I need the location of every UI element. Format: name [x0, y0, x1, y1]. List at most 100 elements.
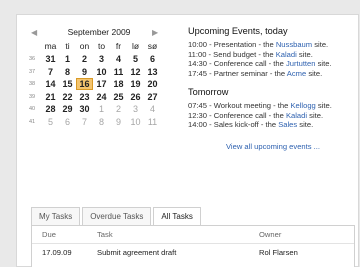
event-text: 11:00 - Send budget - the — [188, 49, 276, 59]
weekday-label: to — [97, 41, 106, 51]
calendar-day[interactable]: 3 — [93, 54, 110, 64]
calendar-week-row: 41 5 6 7 8 9 10 11 — [29, 116, 179, 129]
event-item: 12:30 - Conference call - the Kaladi sit… — [188, 111, 358, 120]
calendar-week-row: 36 31 1 2 3 4 5 6 — [29, 53, 179, 66]
weekday-label: lø — [131, 41, 140, 51]
week-number: 41 — [29, 118, 36, 125]
calendar-header: ◀ September 2009 ▶ — [29, 27, 179, 41]
event-item: 10:00 - Presentation - the Nussbaum site… — [188, 40, 358, 49]
site-link[interactable]: Kaladi — [276, 50, 297, 59]
calendar-day[interactable]: 10 — [93, 67, 110, 77]
calendar-day-other-month[interactable]: 4 — [144, 104, 161, 114]
event-item: 11:00 - Send budget - the Kaladi site. — [188, 50, 358, 59]
week-number: 38 — [29, 81, 36, 88]
event-suffix: site. — [306, 68, 323, 78]
calendar-day[interactable]: 7 — [42, 67, 59, 77]
tab-all-tasks[interactable]: All Tasks — [153, 207, 201, 226]
task-tabs: My Tasks Overdue Tasks All Tasks — [31, 207, 203, 226]
mini-calendar: ◀ September 2009 ▶ ma ti on to fr lø sø … — [29, 27, 179, 128]
calendar-day[interactable]: 26 — [127, 92, 144, 102]
dashboard-panel: ◀ September 2009 ▶ ma ti on to fr lø sø … — [16, 14, 359, 267]
site-link[interactable]: Jurtutten — [286, 59, 316, 68]
calendar-day[interactable]: 1 — [59, 54, 76, 64]
calendar-day[interactable]: 13 — [144, 67, 161, 77]
column-header-due[interactable]: Due — [32, 226, 97, 243]
column-header-owner[interactable]: Owner — [259, 226, 354, 243]
calendar-week-row: 40 28 29 30 1 2 3 4 — [29, 103, 179, 116]
calendar-day[interactable]: 29 — [59, 104, 76, 114]
next-month-icon[interactable]: ▶ — [152, 28, 158, 37]
event-suffix: site. — [307, 110, 324, 120]
site-link[interactable]: Kaladi — [286, 111, 307, 120]
site-link[interactable]: Kellogg — [290, 101, 315, 110]
event-item: 14:00 - Sales kick-off - the Sales site. — [188, 120, 358, 129]
task-table: Due Task Owner 17.09.09 Submit agreement… — [31, 225, 355, 267]
calendar-week-row: 37 7 8 9 10 11 12 13 — [29, 66, 179, 79]
event-item: 17:45 - Partner seminar - the Acme site. — [188, 69, 358, 78]
calendar-day[interactable]: 15 — [59, 79, 76, 89]
previous-month-icon[interactable]: ◀ — [31, 28, 37, 37]
calendar-day[interactable]: 18 — [110, 79, 127, 89]
event-text: 07:45 - Workout meeting - the — [188, 101, 291, 111]
calendar-day-other-month[interactable]: 7 — [76, 117, 93, 127]
site-link[interactable]: Nussbaum — [276, 40, 312, 49]
event-text: 14:30 - Conference call - the — [188, 59, 286, 69]
calendar-day[interactable]: 6 — [144, 54, 161, 64]
calendar-day[interactable]: 5 — [127, 54, 144, 64]
calendar-day-other-month[interactable]: 11 — [144, 117, 161, 127]
weekday-header: ma ti on to fr lø sø — [42, 41, 179, 53]
calendar-day-today[interactable]: 16 — [76, 78, 93, 91]
calendar-month-label: September 2009 — [67, 27, 131, 37]
event-suffix: site. — [315, 59, 332, 69]
calendar-day[interactable]: 25 — [110, 92, 127, 102]
week-number: 37 — [29, 68, 36, 75]
calendar-day[interactable]: 21 — [42, 92, 59, 102]
calendar-day[interactable]: 24 — [93, 92, 110, 102]
calendar-day[interactable]: 30 — [76, 104, 93, 114]
task-name-cell: Submit agreement draft — [97, 248, 177, 257]
calendar-day[interactable]: 11 — [110, 67, 127, 77]
week-number: 39 — [29, 93, 36, 100]
calendar-day-other-month[interactable]: 9 — [110, 117, 127, 127]
weekday-label: on — [79, 41, 90, 51]
calendar-day-other-month[interactable]: 8 — [93, 117, 110, 127]
tomorrow-heading: Tomorrow — [188, 87, 229, 98]
calendar-day-other-month[interactable]: 1 — [93, 104, 110, 114]
task-owner-cell: Rol Flarsen — [259, 248, 298, 257]
calendar-day[interactable]: 31 — [42, 54, 59, 64]
calendar-day[interactable]: 28 — [42, 104, 59, 114]
calendar-day[interactable]: 12 — [127, 67, 144, 77]
calendar-day[interactable]: 20 — [144, 79, 161, 89]
event-text: 14:00 - Sales kick-off - the — [188, 120, 279, 130]
calendar-day[interactable]: 8 — [59, 67, 76, 77]
calendar-day-other-month[interactable]: 2 — [110, 104, 127, 114]
calendar-day[interactable]: 22 — [59, 92, 76, 102]
event-item: 07:45 - Workout meeting - the Kellogg si… — [188, 101, 358, 110]
column-header-task[interactable]: Task — [97, 226, 259, 243]
table-row[interactable]: 17.09.09 Submit agreement draft Rol Flar… — [32, 244, 354, 261]
calendar-day[interactable]: 9 — [76, 67, 93, 77]
calendar-week-row: 38 14 15 16 17 18 19 20 — [29, 78, 179, 91]
calendar-day[interactable]: 17 — [93, 79, 110, 89]
calendar-day-other-month[interactable]: 3 — [127, 104, 144, 114]
calendar-day[interactable]: 2 — [76, 54, 93, 64]
tab-overdue-tasks[interactable]: Overdue Tasks — [82, 207, 152, 225]
calendar-day[interactable]: 19 — [127, 79, 144, 89]
week-number: 40 — [29, 106, 36, 113]
week-number: 36 — [29, 56, 36, 63]
calendar-day[interactable]: 14 — [42, 79, 59, 89]
calendar-day[interactable]: 27 — [144, 92, 161, 102]
calendar-day-other-month[interactable]: 5 — [42, 117, 59, 127]
calendar-day-other-month[interactable]: 10 — [127, 117, 144, 127]
calendar-day[interactable]: 4 — [110, 54, 127, 64]
calendar-day[interactable]: 23 — [76, 92, 93, 102]
tab-my-tasks[interactable]: My Tasks — [31, 207, 81, 225]
site-link[interactable]: Acme — [287, 69, 306, 78]
event-suffix: site. — [315, 101, 332, 111]
view-all-events-link[interactable]: View all upcoming events ... — [188, 142, 358, 151]
site-link[interactable]: Sales — [278, 120, 297, 129]
calendar-day-other-month[interactable]: 6 — [59, 117, 76, 127]
task-due-cell: 17.09.09 — [42, 248, 72, 257]
event-text: 10:00 - Presentation - the — [188, 40, 276, 50]
weekday-label: sø — [147, 41, 158, 51]
